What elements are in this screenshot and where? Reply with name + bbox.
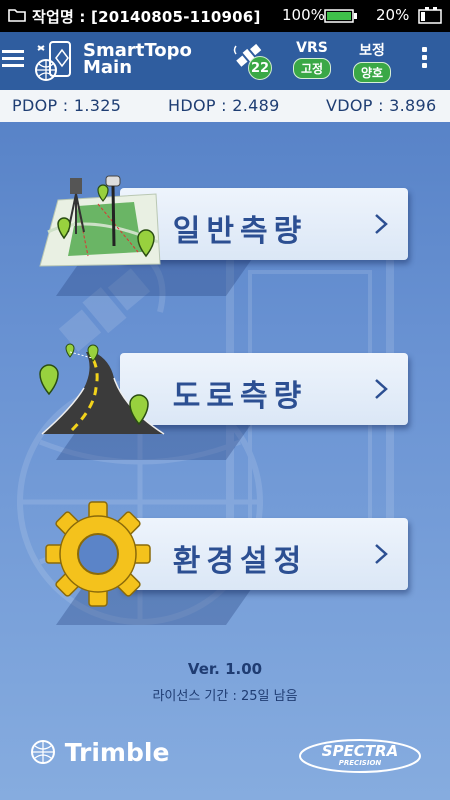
road-survey-illustration: [39, 343, 165, 435]
trimble-logo: Trimble: [30, 738, 169, 767]
chevron-right-icon: [375, 379, 388, 399]
hamburger-menu-icon[interactable]: [2, 46, 26, 74]
trimble-text: Trimble: [64, 738, 170, 767]
dop-bar: PDOP : 1.325 HDOP : 2.489 VDOP : 3.896: [0, 90, 450, 122]
app-header: SmartTopo Main 22 VRS 고정 보정 양호: [0, 32, 450, 90]
chevron-right-icon: [375, 214, 388, 234]
device-battery-icon: [418, 7, 442, 24]
correction-label: 보정: [359, 43, 385, 59]
trimble-globe-icon: [31, 740, 55, 764]
smarttopo-logo-icon: [35, 41, 71, 81]
correction-status[interactable]: 보정 양호: [350, 40, 394, 83]
pdop-value: PDOP : 1.325: [12, 96, 122, 115]
settings-button[interactable]: 환경설정: [120, 518, 408, 590]
vrs-status[interactable]: VRS 고정: [290, 40, 334, 79]
chevron-right-icon: [375, 544, 388, 564]
status-bar: 작업명 : [20140805-110906] 100% 20%: [0, 0, 450, 32]
folder-icon: [8, 9, 26, 22]
job-name: 작업명 : [20140805-110906]: [32, 8, 261, 26]
license-remaining: 라이선스 기간 : 25일 남음: [152, 689, 298, 704]
correction-status-badge: 양호: [352, 62, 392, 83]
precision-text: PRECISION: [338, 759, 382, 767]
vrs-status-badge: 고정: [292, 58, 332, 79]
app-title: SmartTopo Main: [83, 42, 203, 78]
gear-icon: [45, 501, 151, 607]
general-survey-button[interactable]: 일반측량: [120, 188, 408, 260]
general-survey-illustration: [39, 175, 161, 267]
more-vertical-icon[interactable]: [418, 44, 430, 78]
app-version: Ver. 1.00: [187, 660, 263, 678]
battery-percent: 100%: [282, 6, 325, 24]
vdop-value: VDOP : 3.896: [326, 96, 437, 115]
hdop-value: HDOP : 2.489: [168, 96, 280, 115]
spectra-precision-logo: SPECTRA PRECISION: [298, 738, 422, 774]
vrs-label: VRS: [296, 40, 328, 56]
settings-label: 환경설정: [172, 544, 308, 579]
spectra-text: SPECTRA: [321, 742, 399, 760]
device-battery-percent: 20%: [376, 6, 410, 24]
app-title-line2: Main: [83, 57, 133, 78]
satellite-count-badge: 22: [248, 56, 272, 80]
battery-icon: [324, 9, 357, 23]
